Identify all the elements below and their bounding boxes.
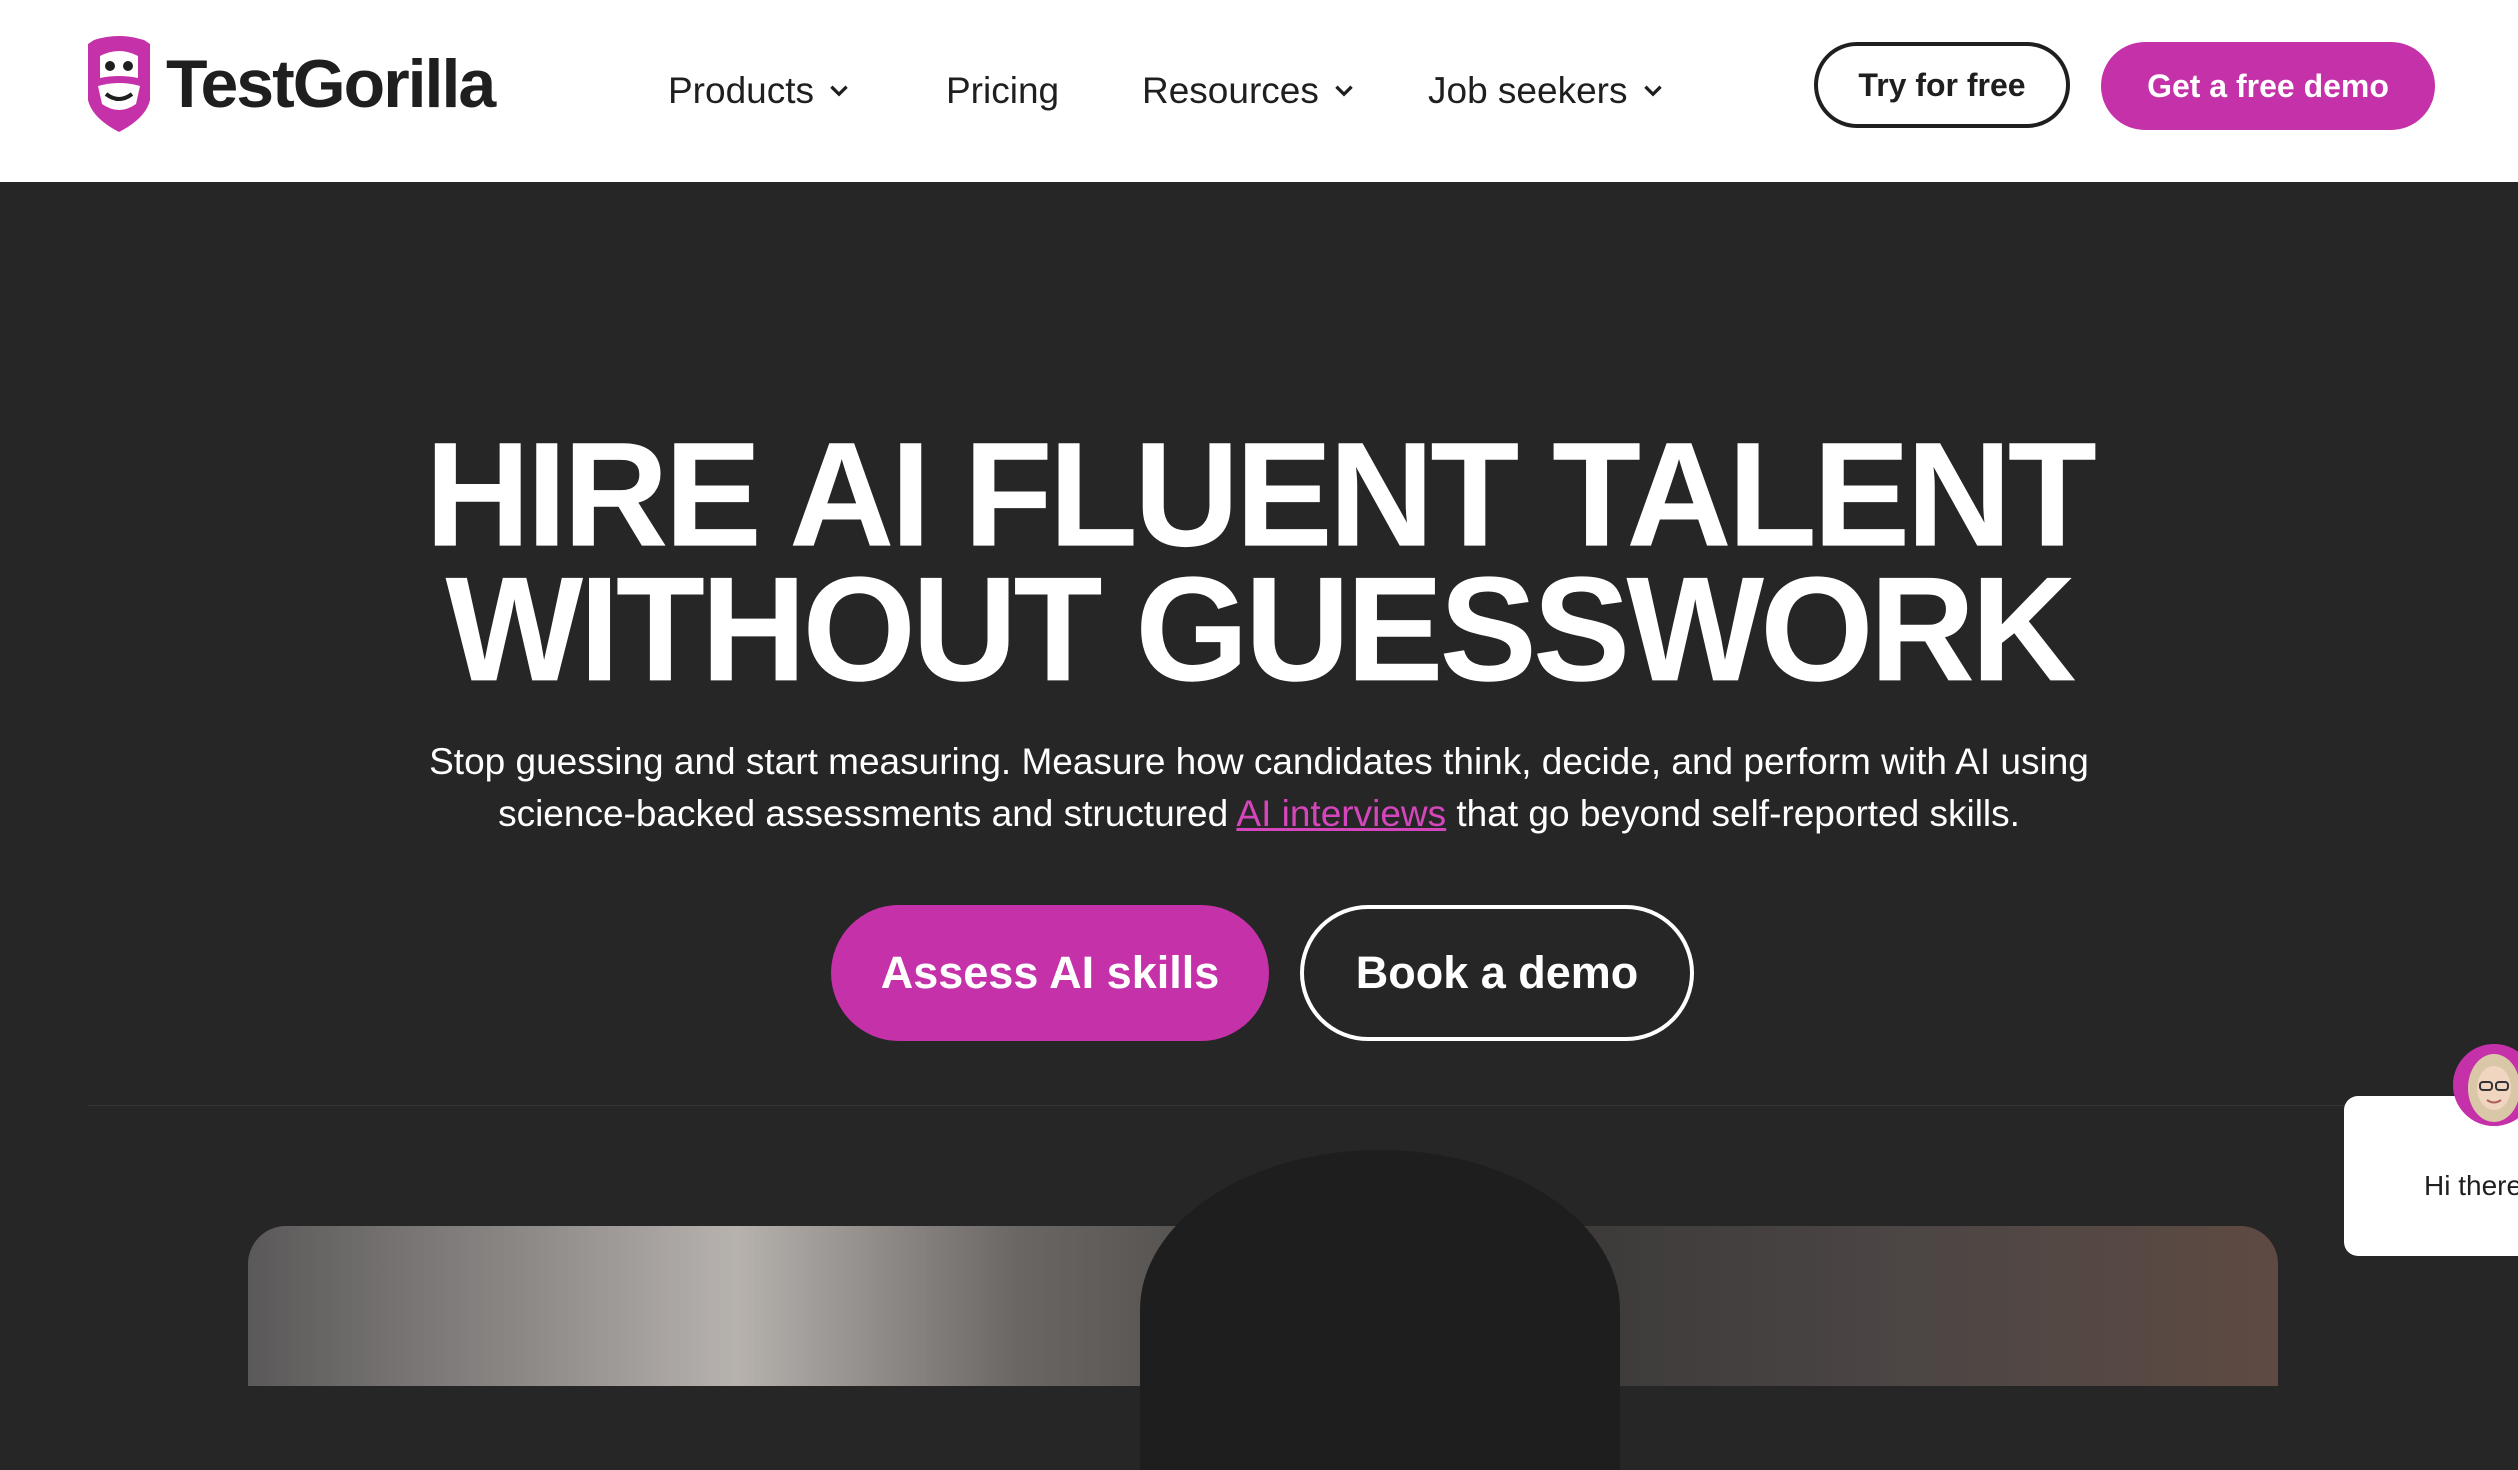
chevron-down-icon — [1335, 85, 1353, 97]
chat-greeting: Hi there — [2424, 1170, 2518, 1201]
get-free-demo-button[interactable]: Get a free demo — [2101, 42, 2435, 130]
hero-title: HIRE AI FLUENT TALENT WITHOUT GUESSWORK — [0, 411, 2518, 712]
nav-item-job-seekers[interactable]: Job seekers — [1428, 58, 1666, 124]
chevron-down-icon — [1643, 85, 1662, 97]
brand-name: TestGorilla — [166, 46, 496, 122]
nav-item-label: Products — [668, 70, 815, 111]
subtitle-text: that go beyond self-reported skills. — [1446, 793, 2020, 834]
nav-item-label: Job seekers — [1428, 70, 1628, 111]
book-demo-button[interactable]: Book a demo — [1300, 905, 1694, 1041]
nav-item-pricing[interactable]: Pricing — [946, 58, 1059, 124]
nav-item-label: Resources — [1142, 70, 1319, 111]
nav-item-products[interactable]: Products — [668, 58, 852, 124]
hero-subtitle-line: science-backed assessments and structure… — [300, 788, 2218, 840]
hero-title-line: HIRE AI FLUENT TALENT — [425, 411, 2097, 578]
chevron-down-icon — [830, 85, 848, 97]
hero-subtitle-line: Stop guessing and start measuring. Measu… — [429, 741, 2089, 782]
logo[interactable]: TestGorilla — [86, 34, 496, 134]
section-divider — [88, 1105, 2430, 1106]
assess-ai-skills-button[interactable]: Assess AI skills — [831, 905, 1269, 1041]
subtitle-text: science-backed assessments and structure… — [498, 793, 1237, 834]
nav-item-resources[interactable]: Resources — [1142, 58, 1357, 124]
try-for-free-button[interactable]: Try for free — [1814, 42, 2070, 128]
nav-item-label: Pricing — [946, 70, 1060, 111]
hero-image-person — [1140, 1150, 1620, 1470]
gorilla-icon — [88, 36, 150, 132]
hero-subtitle: Stop guessing and start measuring. Measu… — [300, 736, 2218, 840]
hero-title-line: WITHOUT GUESSWORK — [445, 545, 2076, 712]
ai-interviews-link[interactable]: AI interviews — [1236, 793, 1446, 834]
site-header: TestGorilla Products Pricing Resources J… — [0, 0, 2518, 182]
